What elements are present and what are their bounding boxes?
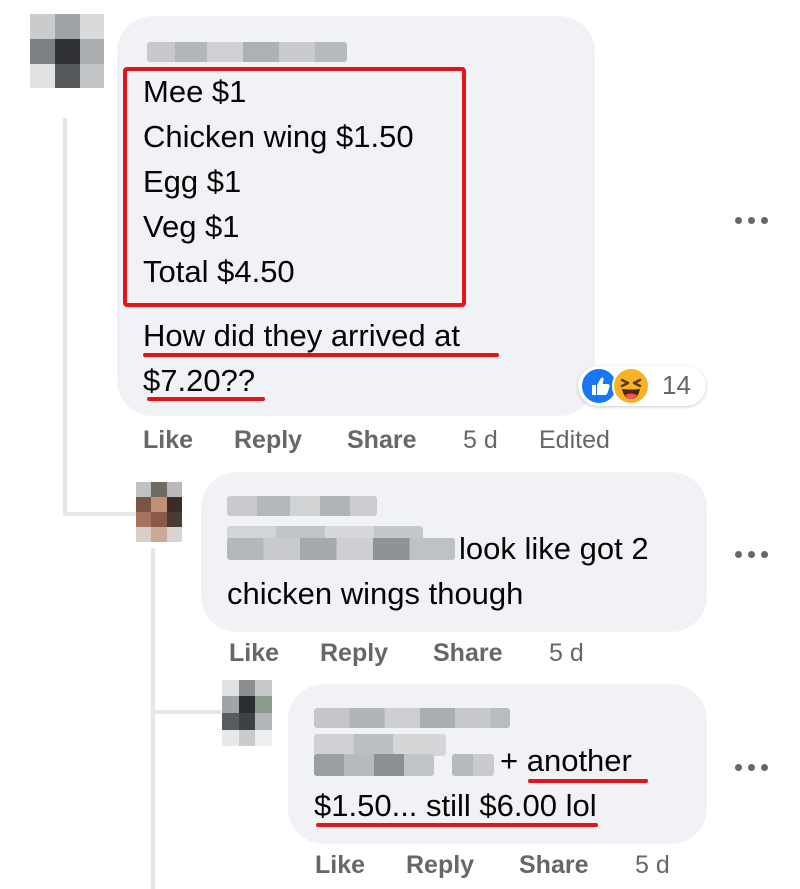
more-options-icon[interactable] (734, 544, 774, 564)
edited-label: Edited (539, 426, 610, 454)
timestamp[interactable]: 5 d (463, 426, 498, 455)
share-button[interactable]: Share (519, 851, 588, 880)
author-name[interactable] (314, 708, 510, 728)
haha-reaction-icon (612, 367, 650, 405)
avatar[interactable] (30, 14, 104, 88)
annotation-underline (147, 397, 265, 401)
comment-line: Veg $1 (143, 209, 240, 244)
avatar[interactable] (136, 482, 182, 542)
thread-line-main (63, 118, 67, 516)
avatar[interactable] (222, 680, 272, 746)
reaction-count: 14 (662, 370, 691, 400)
comment-actions: Like Reply Share 5 d Edited (143, 426, 703, 462)
reply-text: + another (500, 738, 632, 783)
comment-bubble: Mee $1 Chicken wing $1.50 Egg $1 Veg $1 … (117, 16, 595, 416)
reply-text-highlight: another (526, 743, 632, 778)
reply-bubble: + another $1.50... still $6.00 lol (288, 684, 707, 844)
reply-text-highlight: $1.50... still $6.00 (314, 788, 557, 823)
thread-line-branch-2 (151, 710, 221, 714)
thread-line-reply (151, 548, 155, 889)
reply-button[interactable]: Reply (320, 639, 388, 668)
share-button[interactable]: Share (433, 639, 502, 668)
like-button[interactable]: Like (143, 426, 193, 455)
comment-line: Total $4.50 (143, 254, 295, 289)
blurred-text (314, 754, 434, 776)
blurred-text (314, 734, 446, 756)
more-options-icon[interactable] (734, 757, 774, 777)
blurred-text (452, 754, 494, 776)
comment-line: Mee $1 (143, 74, 247, 109)
reply-button[interactable]: Reply (234, 426, 302, 455)
reply-text: $1.50... still $6.00 lol (314, 783, 597, 828)
reaction-summary[interactable]: 14 (578, 366, 706, 406)
like-button[interactable]: Like (229, 639, 279, 668)
comment-line: Egg $1 (143, 164, 242, 199)
reply-text: look like got 2 (459, 531, 649, 566)
timestamp[interactable]: 5 d (549, 639, 584, 668)
annotation-underline (143, 353, 499, 357)
comment-line: Chicken wing $1.50 (143, 119, 414, 154)
reply-text-part: lol (557, 788, 597, 823)
annotation-underline (316, 823, 598, 827)
blurred-text (227, 538, 455, 560)
reply-actions: Like Reply Share 5 d (229, 639, 629, 675)
more-options-icon[interactable] (734, 210, 774, 230)
reply-actions: Like Reply Share 5 d (315, 851, 715, 887)
timestamp[interactable]: 5 d (635, 851, 670, 880)
author-name[interactable] (147, 42, 347, 62)
reply-text: chicken wings though (227, 576, 524, 611)
like-button[interactable]: Like (315, 851, 365, 880)
share-button[interactable]: Share (347, 426, 416, 455)
reply-text-part: + (500, 743, 527, 778)
comment-question: How did they arrived at (143, 318, 461, 353)
thread-line-branch-1 (63, 512, 138, 516)
author-name[interactable] (227, 496, 377, 516)
reply-bubble: look like got 2 chicken wings though (201, 472, 707, 632)
reply-button[interactable]: Reply (406, 851, 474, 880)
